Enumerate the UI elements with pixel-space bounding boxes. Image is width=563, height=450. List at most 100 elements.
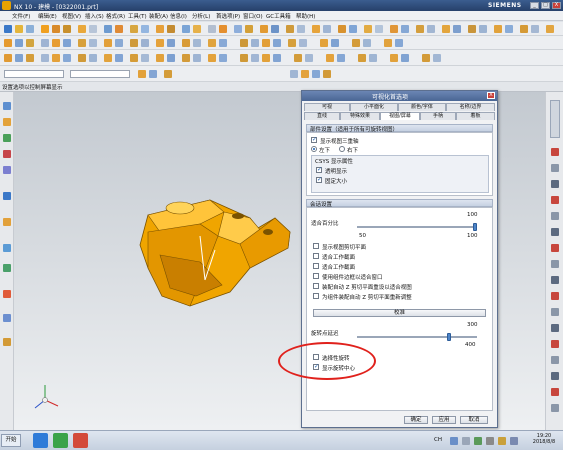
section-part-settings-header[interactable]: 部件设置（适用于所有可旋转视图）	[306, 124, 493, 133]
snap-quadrant-icon[interactable]	[167, 54, 175, 62]
sketch-circle-icon[interactable]	[26, 54, 34, 62]
delete-face-icon[interactable]	[182, 39, 190, 47]
constraint-navigator-icon[interactable]	[3, 134, 11, 142]
browser-taskbar-icon[interactable]	[33, 433, 48, 448]
offset-surface-icon[interactable]	[363, 39, 371, 47]
replace-face-icon[interactable]	[193, 39, 201, 47]
cube-trimetric-icon[interactable]	[546, 25, 554, 33]
circle-tool-icon[interactable]	[551, 180, 559, 188]
menu-window[interactable]: 窗口(O)	[243, 12, 263, 20]
wireframe-icon[interactable]	[323, 25, 331, 33]
new-icon[interactable]	[4, 25, 12, 33]
mirror-tool-icon[interactable]	[551, 340, 559, 348]
sketch-mirror-icon[interactable]	[89, 54, 97, 62]
menu-gc-toolbox[interactable]: GC工具箱	[266, 12, 291, 20]
sketch-arc-icon[interactable]	[15, 54, 23, 62]
revolve-icon[interactable]	[63, 25, 71, 33]
nx-taskbar-icon[interactable]	[73, 433, 88, 448]
system-scene-icon[interactable]	[3, 338, 11, 346]
line-tool-icon[interactable]	[551, 148, 559, 156]
view-orient-icon[interactable]	[453, 25, 461, 33]
rotate-icon[interactable]	[286, 25, 294, 33]
select-component-icon[interactable]	[273, 54, 281, 62]
select-point-icon[interactable]	[326, 54, 334, 62]
scope-filter-dropdown[interactable]	[70, 70, 130, 78]
menu-view[interactable]: 视图(V)	[62, 12, 81, 20]
menu-preferences[interactable]: 首选项(P)	[216, 12, 240, 20]
cube-right-icon[interactable]	[520, 25, 528, 33]
select-curve-icon[interactable]	[305, 54, 313, 62]
extend-tool-icon[interactable]	[551, 260, 559, 268]
curve-icon[interactable]	[288, 39, 296, 47]
thicken-icon[interactable]	[352, 39, 360, 47]
boolean-icon[interactable]	[89, 25, 97, 33]
snap-existing-icon[interactable]	[219, 54, 227, 62]
pull-face-icon[interactable]	[219, 39, 227, 47]
tab-color-font[interactable]: 颜色/字体	[398, 103, 446, 111]
manufacturing-wizard-icon[interactable]	[3, 290, 11, 298]
point-icon[interactable]	[240, 39, 248, 47]
snap-center-icon[interactable]	[156, 54, 164, 62]
snap-intersection-icon[interactable]	[182, 54, 190, 62]
filter-icon[interactable]	[479, 25, 487, 33]
spline-icon[interactable]	[273, 39, 281, 47]
arc-icon[interactable]	[262, 39, 270, 47]
menu-assembly[interactable]: 装配(A)	[149, 12, 168, 20]
rect-tool-icon[interactable]	[551, 212, 559, 220]
drafting-icon[interactable]	[375, 25, 383, 33]
cube-iso-icon[interactable]	[531, 25, 539, 33]
section-view-icon[interactable]	[245, 25, 253, 33]
split-body-icon[interactable]	[115, 39, 123, 47]
fillet-icon[interactable]	[4, 39, 12, 47]
ok-button[interactable]: 确定	[404, 416, 428, 424]
fit-percentage-knob[interactable]	[473, 223, 477, 231]
option-checkbox-2[interactable]	[313, 253, 319, 259]
triad-bottom-left-radio[interactable]	[311, 146, 317, 152]
roles-icon[interactable]	[3, 150, 11, 158]
filter-reset-icon[interactable]	[138, 70, 146, 78]
surface-icon[interactable]	[320, 39, 328, 47]
select-feature-icon[interactable]	[294, 54, 302, 62]
cube-top-icon[interactable]	[505, 25, 513, 33]
maximize-button[interactable]: □	[541, 2, 550, 9]
view-top-icon[interactable]	[301, 70, 309, 78]
show-hide-icon[interactable]	[349, 25, 357, 33]
language-indicator[interactable]: CH	[434, 437, 442, 443]
view-front-icon[interactable]	[290, 70, 298, 78]
point-tool-icon[interactable]	[551, 196, 559, 204]
sketch-line-icon[interactable]	[4, 54, 12, 62]
csys-fixed-size-checkbox[interactable]	[316, 176, 322, 183]
cancel-button[interactable]: 取消	[460, 416, 488, 424]
app-taskbar-icon[interactable]	[53, 433, 68, 448]
shell-icon[interactable]	[130, 25, 138, 33]
sketch-trim-icon[interactable]	[63, 54, 71, 62]
relations-tool-icon[interactable]	[551, 404, 559, 412]
tab-faceting[interactable]: 小平面化	[350, 103, 398, 111]
tab-names-borders[interactable]: 名称/边界	[446, 103, 495, 111]
fit-percentage-slider[interactable]	[357, 226, 477, 228]
section-session-settings-header[interactable]: 会话设置	[306, 199, 493, 208]
move-face-icon[interactable]	[167, 39, 175, 47]
snap-point-icon[interactable]	[208, 54, 216, 62]
extract-geometry-icon[interactable]	[384, 39, 392, 47]
analysis-icon[interactable]	[416, 25, 424, 33]
hole-icon[interactable]	[78, 25, 86, 33]
dialog-close-button[interactable]: X	[487, 92, 495, 99]
menu-insert[interactable]: 插入(S)	[85, 12, 104, 20]
assembly-navigator-icon[interactable]	[3, 118, 11, 126]
wave-linker-icon[interactable]	[395, 39, 403, 47]
draft-icon[interactable]	[193, 25, 201, 33]
select-plane-icon[interactable]	[390, 54, 398, 62]
minimize-button[interactable]: _	[530, 2, 539, 9]
select-csys-icon[interactable]	[369, 54, 377, 62]
save-icon[interactable]	[26, 25, 34, 33]
unite-icon[interactable]	[130, 39, 138, 47]
trim-body-icon[interactable]	[167, 25, 175, 33]
option-checkbox-4[interactable]	[313, 273, 319, 279]
cube-front-icon[interactable]	[494, 25, 502, 33]
sketch-icon[interactable]	[41, 25, 49, 33]
pattern-tool-icon[interactable]	[551, 356, 559, 364]
project-curve-icon[interactable]	[299, 39, 307, 47]
chamfer-icon[interactable]	[115, 25, 123, 33]
tray-security-icon[interactable]	[498, 437, 506, 445]
